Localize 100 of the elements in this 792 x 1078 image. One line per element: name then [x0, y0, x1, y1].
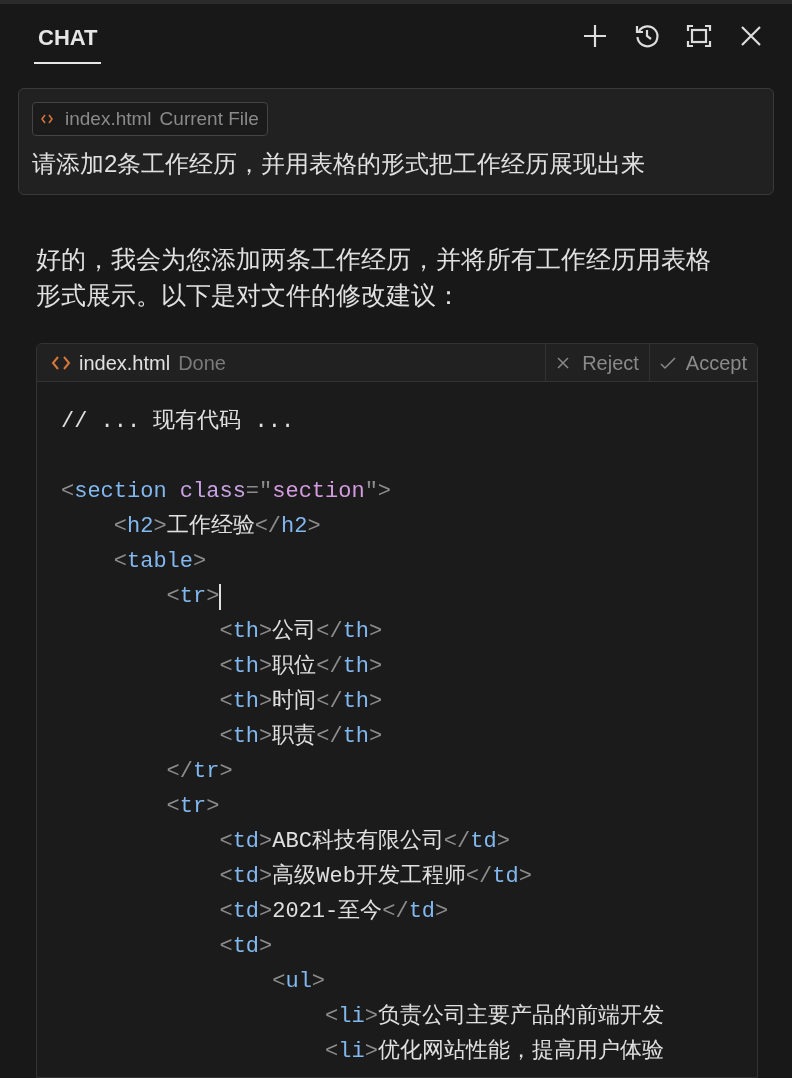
- status-label: Done: [178, 350, 226, 376]
- new-chat-icon[interactable]: [582, 23, 608, 49]
- code-text: 负责公司主要产品的前端开发: [377, 1002, 664, 1031]
- code-tag: td: [232, 825, 260, 858]
- code-punctuation: </: [465, 863, 493, 891]
- code-tag: section: [74, 475, 167, 508]
- code-punctuation: >: [369, 723, 383, 751]
- code-text: 公司: [272, 618, 317, 646]
- code-punctuation: <: [165, 793, 180, 821]
- code-punctuation: >: [206, 793, 220, 821]
- code-punctuation: <: [218, 618, 233, 646]
- code-tag: li: [338, 1035, 365, 1068]
- code-punctuation: </: [316, 653, 343, 681]
- code-punctuation: >: [153, 513, 167, 541]
- check-icon: [659, 355, 676, 370]
- code-punctuation: >: [311, 968, 326, 996]
- code-tag: ul: [285, 965, 312, 998]
- code-punctuation: >: [369, 618, 383, 646]
- code-text: 职位: [272, 653, 317, 681]
- code-icon: [41, 114, 53, 124]
- code-text: 优化网站性能，提高用户体验: [377, 1037, 664, 1066]
- code-text: 职责: [272, 722, 317, 751]
- code-tag: h2: [127, 510, 154, 543]
- code-tag: li: [338, 1000, 365, 1033]
- code-punctuation: <: [218, 653, 233, 681]
- code-punctuation: </: [316, 723, 343, 751]
- code-punctuation: ">: [364, 478, 392, 506]
- code-punctuation: >: [259, 618, 273, 646]
- file-name: index.html: [79, 350, 171, 376]
- code-tag: th: [342, 685, 370, 718]
- accept-button[interactable]: Accept: [648, 344, 757, 381]
- file-note: Current File: [159, 106, 259, 131]
- maximize-icon[interactable]: [686, 23, 712, 49]
- code-punctuation: >: [307, 513, 321, 541]
- code-punctuation: <: [218, 933, 233, 961]
- chat-tab[interactable]: CHAT: [34, 8, 102, 64]
- code-punctuation: </: [316, 618, 343, 646]
- code-punctuation: >: [259, 898, 273, 926]
- code-tag: th: [342, 650, 370, 683]
- code-comment: // ... 现有代码 ...: [61, 408, 295, 436]
- code-punctuation: >: [364, 1038, 378, 1066]
- code-punctuation: =: [245, 478, 260, 506]
- code-punctuation: >: [219, 758, 233, 786]
- code-punctuation: <: [218, 898, 233, 926]
- code-punctuation: <: [218, 723, 233, 751]
- code-icon: [51, 354, 71, 371]
- code-tag: h2: [281, 510, 308, 543]
- code-string: section: [272, 478, 365, 506]
- code-punctuation: >: [259, 688, 273, 716]
- code-punctuation: >: [259, 723, 273, 751]
- code-punctuation: </: [443, 828, 471, 856]
- code-punctuation: >: [518, 863, 532, 891]
- code-punctuation: </: [254, 513, 282, 541]
- code-tag: th: [232, 720, 260, 753]
- code-punctuation: >: [369, 653, 383, 681]
- code-tag: table: [127, 545, 194, 578]
- code-punctuation: <: [112, 513, 127, 541]
- code-punctuation: >: [193, 548, 207, 576]
- code-attribute: class: [178, 478, 246, 506]
- code-tag: th: [232, 615, 260, 648]
- file-chip[interactable]: index.html Current File: [32, 102, 268, 136]
- code-tag: td: [232, 930, 260, 963]
- file-name: index.html: [65, 106, 152, 131]
- code-punctuation: <: [324, 1003, 339, 1031]
- code-punctuation: >: [364, 1003, 378, 1031]
- code-punctuation: >: [259, 933, 273, 961]
- code-punctuation: >: [206, 583, 220, 611]
- code-tag: th: [342, 720, 370, 753]
- code-punctuation: >: [435, 898, 449, 926]
- code-punctuation: >: [259, 653, 273, 681]
- code-punctuation: </: [316, 688, 343, 716]
- code-tag: td: [470, 825, 497, 858]
- code-punctuation: <: [61, 478, 75, 506]
- code-tag: td: [232, 895, 260, 928]
- code-text: 时间: [272, 688, 317, 716]
- history-icon[interactable]: [634, 23, 660, 49]
- code-punctuation: <: [218, 688, 233, 716]
- code-punctuation: >: [369, 688, 383, 716]
- code-punctuation: <: [112, 548, 127, 576]
- reject-button[interactable]: Reject: [545, 344, 649, 381]
- code-text: 工作经验: [166, 513, 255, 541]
- code-tag: td: [232, 860, 260, 893]
- code-punctuation: >: [259, 863, 273, 891]
- user-message: 请添加2条工作经历，并用表格的形式把工作经历展现出来: [32, 149, 647, 179]
- code-tag: tr: [193, 755, 220, 788]
- code-punctuation: ": [259, 478, 273, 506]
- code-punctuation: <: [271, 968, 286, 996]
- code-tag: th: [232, 685, 260, 718]
- assistant-message: 好的，我会为您添加两条工作经历，并将所有工作经历用表格形式展示。以下是对文件的修改建议：: [36, 244, 712, 311]
- code-tag: td: [492, 860, 519, 893]
- code-tag: tr: [179, 790, 207, 823]
- code-punctuation: >: [496, 828, 510, 856]
- code-tag: tr: [179, 580, 207, 613]
- code-tag: th: [232, 650, 260, 683]
- code-text: 高级Web开发工程师: [272, 862, 466, 891]
- code-punctuation: <: [218, 863, 233, 891]
- code-text: 2021-至今: [272, 898, 383, 926]
- code-punctuation: <: [218, 828, 233, 856]
- code-tag: td: [408, 895, 436, 928]
- code-tag: th: [342, 615, 370, 648]
